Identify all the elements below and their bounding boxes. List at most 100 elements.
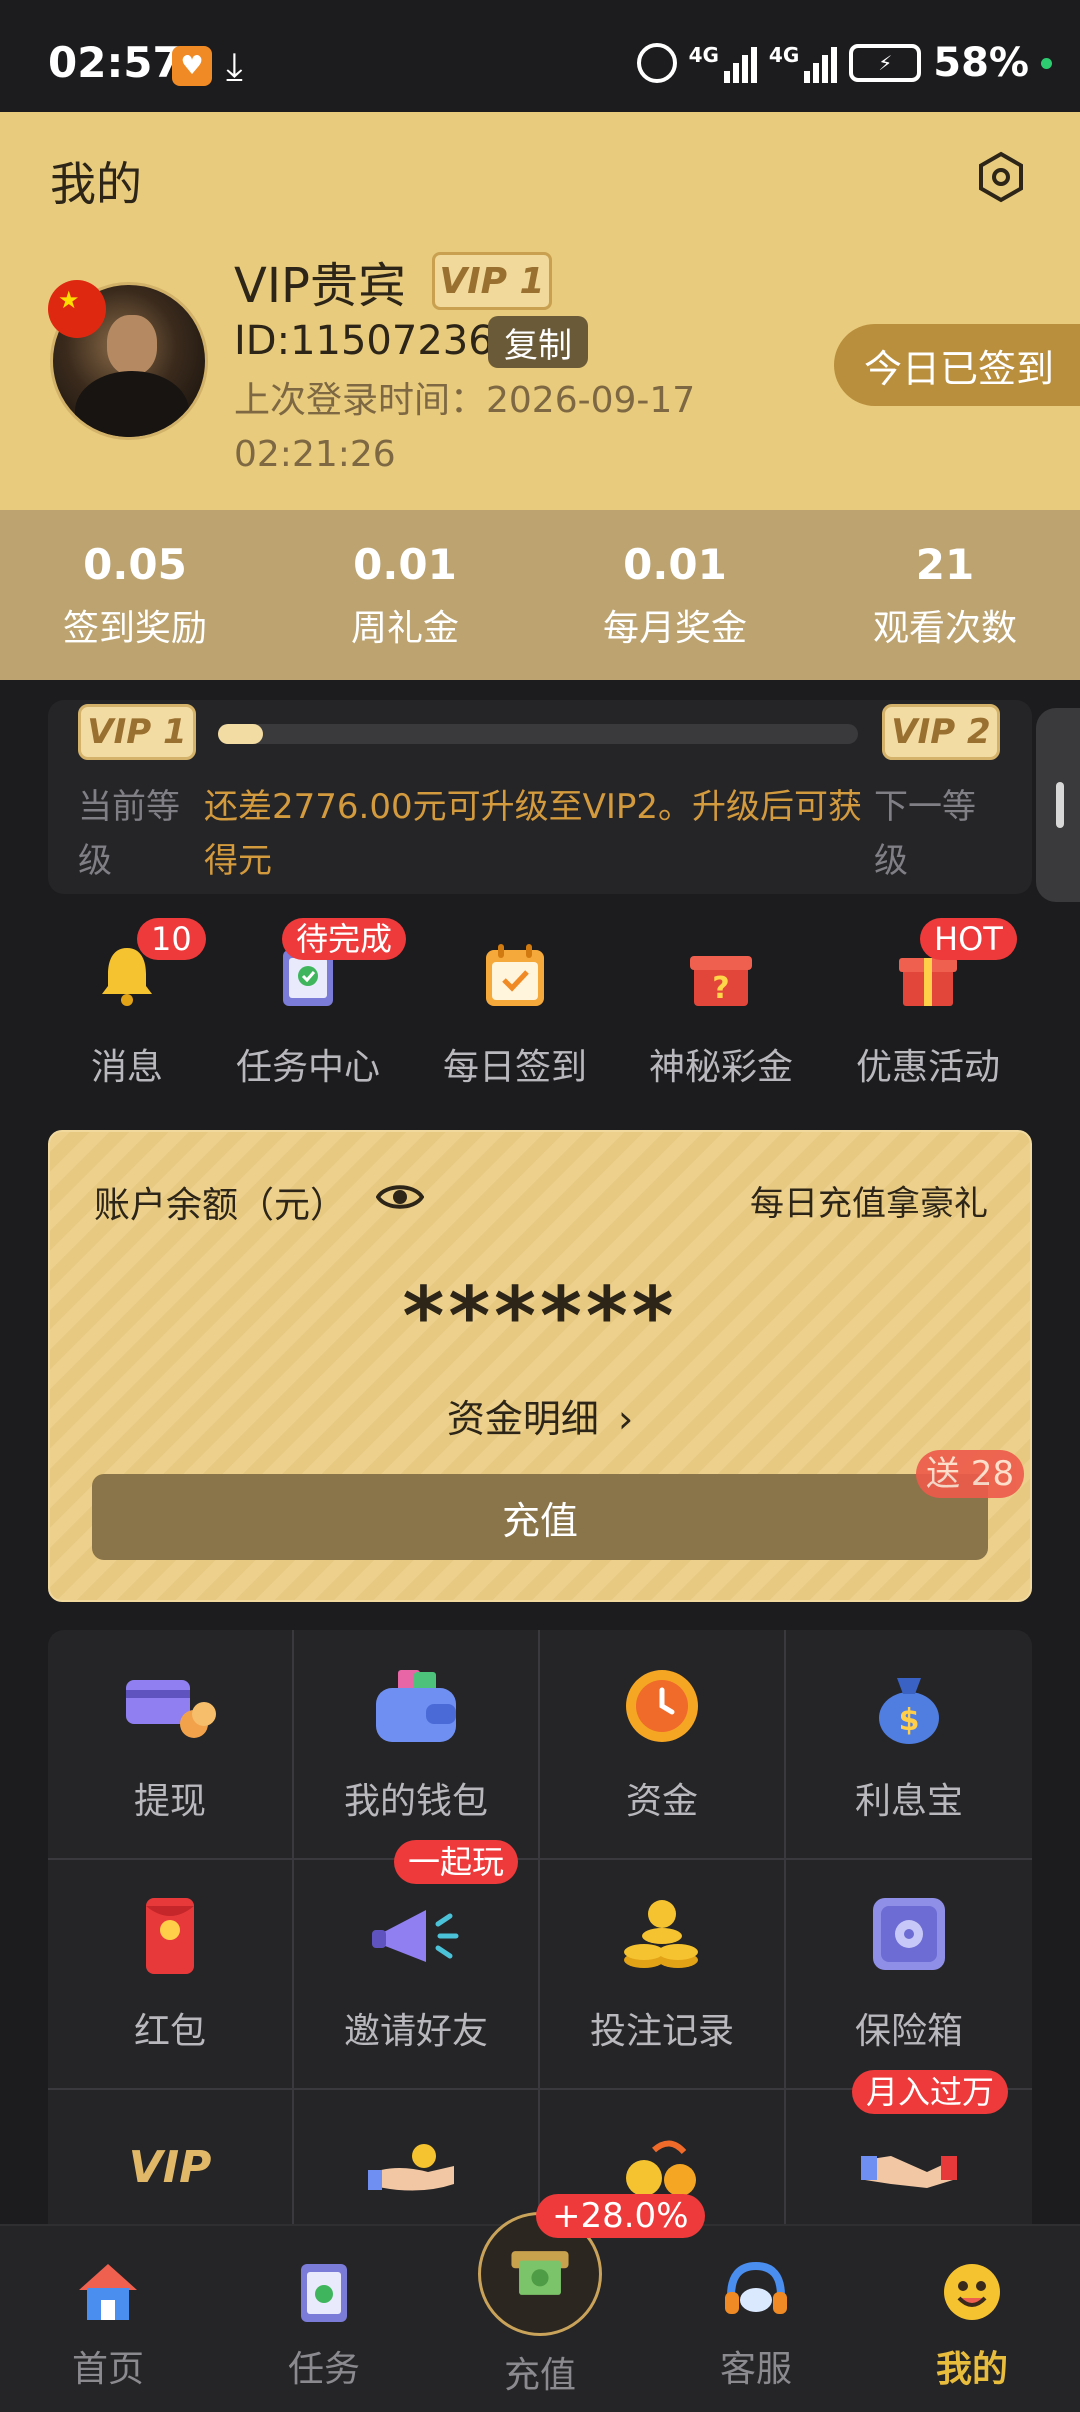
hot-badge: HOT [920, 918, 1017, 960]
grid-item-label: 保险箱 [854, 2011, 963, 2052]
stats-bar: 0.05 签到奖励 0.01 周礼金 0.01 每月奖金 21 观看次数 [0, 510, 1080, 680]
grid-item-label: 投注记录 [589, 2011, 734, 2052]
quick-item-label: 每日签到 [442, 1047, 587, 1088]
profile-header: 我的 ★ VIP贵宾 VIP 1 ID:11507236 复制 上次登录时间：2… [0, 112, 1080, 510]
hand-coin-icon [368, 2126, 464, 2206]
svg-text:VIP: VIP [129, 2142, 212, 2193]
grid-item-interest[interactable]: $ 利息宝 [786, 1630, 1032, 1860]
vip-progress-bar [218, 724, 858, 744]
stat-value: 0.05 [83, 540, 187, 589]
download-icon: ⤓ [226, 44, 243, 88]
chevron-right-icon: › [617, 1397, 634, 1441]
grid-item-label: 红包 [133, 2011, 206, 2052]
money-bag-icon: $ [861, 1666, 957, 1746]
stat-view-count[interactable]: 21 观看次数 [810, 510, 1080, 680]
nav-tasks[interactable]: 任务 [216, 2226, 432, 2392]
next-level-label: 下一等级 [874, 787, 976, 881]
stat-label: 签到奖励 [62, 608, 207, 649]
nav-label: 充值 [503, 2355, 576, 2396]
grid-item-safe[interactable]: 保险箱 [786, 1860, 1032, 2090]
status-time: 02:57 [48, 38, 182, 87]
stat-weekly-bonus[interactable]: 0.01 周礼金 [270, 510, 540, 680]
page-title: 我的 [50, 157, 142, 211]
current-vip-tag: VIP 1 [78, 704, 196, 760]
message-count-badge: 10 [137, 918, 206, 960]
fund-detail-link[interactable]: 资金明细 › [50, 1388, 1030, 1443]
task-clipboard-icon [289, 2256, 359, 2326]
vip-progress-card[interactable]: VIP 1 VIP 2 当前等级 还差2776.00元可升级至VIP2。升级后可… [48, 700, 1032, 894]
vip-level-badge: VIP 1 [432, 252, 552, 310]
grid-item-invite-friends[interactable]: 邀请好友 一起玩 [294, 1840, 540, 2090]
quick-item-daily-checkin[interactable]: 每日签到 [425, 910, 605, 1090]
daily-recharge-promo[interactable]: 每日充值拿豪礼 [750, 1176, 988, 1225]
network-type-label-2: 4G [768, 43, 800, 67]
nav-label: 首页 [71, 2349, 144, 2390]
red-envelope-icon [122, 1896, 218, 1976]
quick-item-label: 神秘彩金 [648, 1047, 793, 1088]
nav-customer-service[interactable]: 客服 [648, 2226, 864, 2392]
signed-in-button[interactable]: 今日已签到 [834, 324, 1080, 406]
headset-icon [721, 2256, 791, 2326]
china-flag-icon: ★ [48, 280, 106, 338]
next-vip-tag: VIP 2 [882, 704, 1000, 760]
grid-item-withdraw[interactable]: 提现 [48, 1630, 294, 1860]
grid-item-label: 利息宝 [854, 1781, 963, 1822]
nav-home[interactable]: 首页 [0, 2226, 216, 2392]
status-bar: 02:57 ♥ ⤓ 4G 4G ⚡ 58% [0, 0, 1080, 112]
battery-icon: ⚡ [849, 44, 922, 82]
stat-label: 观看次数 [872, 608, 1017, 649]
stat-value: 0.01 [353, 540, 457, 589]
copy-id-button[interactable]: 复制 [488, 316, 588, 368]
coin-stack-icon [614, 1896, 710, 1976]
balance-card: 账户余额（元） 每日充值拿豪礼 ****** 资金明细 › 充值 送 28 [48, 1130, 1032, 1602]
side-drawer-handle[interactable] [1036, 708, 1080, 902]
mystery-box-icon: ? [686, 940, 756, 1010]
fund-detail-label: 资金明细 [446, 1397, 599, 1441]
recharge-button[interactable]: 充值 [92, 1474, 988, 1560]
user-id: ID:11507236 [234, 318, 494, 364]
grid-item-red-envelope[interactable]: 红包 [48, 1860, 294, 2090]
app-notification-icon: ♥ [172, 46, 212, 86]
quick-item-label: 消息 [90, 1047, 163, 1088]
network-type-label: 4G [688, 43, 719, 67]
user-name: VIP贵宾 [234, 258, 406, 314]
privacy-dot-icon [1041, 57, 1052, 69]
grid-item-wallet[interactable]: 我的钱包 [294, 1630, 540, 1860]
play-together-badge: 一起玩 [394, 1840, 519, 1884]
signal-icon-2: 4G [768, 43, 838, 83]
settings-icon[interactable] [974, 150, 1028, 204]
fund-clock-icon [614, 1666, 710, 1746]
recharge-gift-badge: 送 28 [916, 1450, 1025, 1498]
last-login-time: 上次登录时间：2026-09-17 02:21:26 [234, 380, 696, 475]
quick-item-label: 优惠活动 [855, 1047, 1000, 1088]
nav-label: 我的 [935, 2349, 1008, 2390]
pending-badge: 待完成 [282, 918, 407, 960]
quick-item-promotions[interactable]: 优惠活动 HOT [838, 910, 1018, 1090]
stat-label: 周礼金 [350, 608, 459, 649]
grid-item-funds[interactable]: 资金 [540, 1630, 786, 1860]
stat-value: 0.01 [623, 540, 727, 589]
quick-item-task-center[interactable]: 任务中心 待完成 [218, 910, 407, 1090]
nav-label: 任务 [287, 2349, 360, 2390]
eye-icon[interactable] [376, 1180, 424, 1214]
megaphone-icon [368, 1896, 464, 1976]
stat-label: 每月奖金 [602, 608, 747, 649]
stat-sign-reward[interactable]: 0.05 签到奖励 [0, 510, 270, 680]
alarm-icon [636, 43, 677, 83]
earn-badge: 月入过万 [852, 2070, 1009, 2114]
grid-item-label: 提现 [133, 1781, 206, 1822]
svg-text:$: $ [899, 1703, 920, 1738]
grid-item-label: 邀请好友 [343, 2011, 488, 2052]
calendar-check-icon [480, 940, 550, 1010]
stat-monthly-bonus[interactable]: 0.01 每月奖金 [540, 510, 810, 680]
smiley-icon [937, 2256, 1007, 2326]
grid-item-label: 我的钱包 [343, 1781, 488, 1822]
grid-item-label: 资金 [625, 1781, 698, 1822]
signal-icon: 4G [689, 43, 757, 83]
balance-label: 账户余额（元） [94, 1185, 347, 1226]
quick-item-mystery-bonus[interactable]: ? 神秘彩金 [631, 910, 811, 1090]
grid-item-bet-records[interactable]: 投注记录 [540, 1860, 786, 2090]
stat-value: 21 [915, 540, 975, 589]
quick-item-messages[interactable]: 消息 10 [37, 910, 217, 1090]
nav-mine[interactable]: 我的 [864, 2226, 1080, 2392]
